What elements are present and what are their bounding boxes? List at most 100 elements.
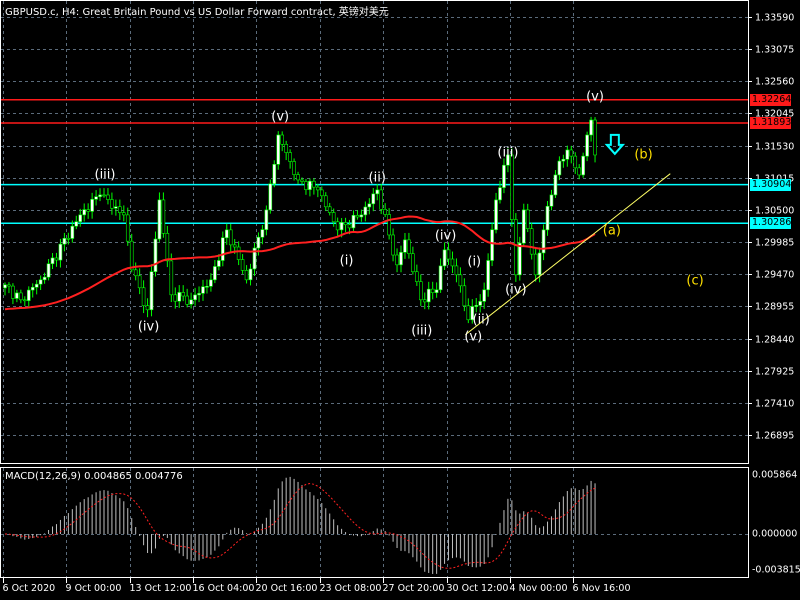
candle-bear — [292, 161, 296, 175]
candle-bear — [133, 269, 138, 277]
y-tick-label: 1.30500 — [755, 205, 795, 216]
candle-bull — [26, 289, 31, 301]
candle-bull — [521, 209, 526, 244]
wave-label: (i) — [339, 253, 354, 269]
candle-bull — [561, 158, 566, 162]
candle-bear — [533, 253, 538, 276]
candle-bear — [141, 287, 146, 307]
candle-bull — [224, 229, 229, 239]
price-tag: 1.30286 — [750, 217, 792, 230]
wave-label: (b) — [634, 147, 653, 163]
wave-label: (ii) — [368, 170, 386, 186]
candle-bear — [355, 215, 360, 218]
candle-bear — [169, 260, 174, 296]
candle-bear — [232, 244, 237, 248]
candle-bear — [312, 180, 316, 188]
candle-bear — [454, 265, 459, 276]
candle-bull — [339, 222, 344, 231]
candle-bull — [426, 288, 431, 303]
candle-bull — [553, 174, 558, 196]
candle-bear — [407, 239, 411, 255]
wave-label: (v) — [464, 329, 483, 345]
candle-bull — [58, 243, 63, 261]
candle-bear — [510, 154, 514, 220]
wave-label: (iv) — [505, 282, 527, 298]
candle-bear — [446, 249, 451, 260]
candle-bull — [502, 164, 506, 188]
candle-bear — [165, 233, 170, 262]
candle-bear — [383, 209, 387, 215]
candle-bull — [517, 242, 522, 276]
candle-bull — [209, 279, 213, 287]
candle-bull — [98, 194, 102, 197]
x-tick-label: 6 Oct 2020 — [2, 583, 56, 594]
candle-bull — [15, 292, 19, 299]
candle-bear — [514, 219, 518, 276]
candle-bull — [371, 193, 376, 205]
candle-bull — [545, 205, 550, 231]
price-tag: 1.31893 — [750, 116, 792, 129]
candle-bull — [474, 305, 479, 307]
y-tick-label: 1.31530 — [755, 141, 795, 152]
y-tick-label: 1.28955 — [755, 301, 795, 312]
x-tick-label: 4 Nov 00:00 — [509, 583, 568, 594]
x-tick-label: 27 Oct 20:00 — [382, 583, 445, 594]
candle-bear — [296, 174, 300, 181]
candle-bear — [529, 228, 534, 255]
candle-bull — [248, 268, 253, 281]
candle-bull — [201, 286, 205, 294]
candle-bear — [122, 212, 126, 216]
candle-bear — [395, 254, 399, 266]
candle-bear — [66, 238, 71, 240]
candle-bull — [197, 293, 201, 296]
y-tick-label: 1.27925 — [755, 366, 795, 377]
arrow-down-icon — [604, 133, 626, 156]
wave-label: (i) — [467, 254, 482, 270]
x-tick-label: 6 Nov 16:00 — [572, 583, 631, 594]
candle-bear — [450, 258, 455, 267]
candle-bull — [442, 249, 447, 267]
candle-bear — [415, 271, 419, 282]
candle-bull — [82, 209, 86, 216]
price-chart[interactable] — [0, 0, 800, 600]
candle-bull — [308, 180, 312, 190]
candle-bear — [327, 206, 332, 213]
candle-bull — [34, 283, 39, 288]
y-tick-label: 1.27410 — [755, 398, 795, 409]
candle-bull — [268, 183, 273, 211]
candle-bear — [391, 234, 395, 256]
chart-title: GBPUSD.c, H4: Great Britain Pound vs US … — [5, 7, 389, 18]
y-tick-label: 1.32560 — [755, 76, 795, 87]
candle-bear — [323, 195, 328, 208]
candle-bull — [565, 149, 570, 160]
wave-label: (iii) — [94, 167, 116, 183]
candle-bull — [205, 286, 209, 288]
candle-bear — [54, 257, 59, 261]
candle-bull — [193, 294, 197, 301]
candle-bear — [106, 194, 110, 200]
candle-bear — [110, 199, 114, 209]
candle-bull — [494, 199, 498, 231]
candle-bull — [351, 215, 356, 229]
x-tick-label: 13 Oct 12:00 — [129, 583, 192, 594]
candle-bear — [129, 240, 134, 271]
candle-bull — [30, 286, 35, 291]
candle-bull — [272, 164, 277, 185]
candle-bear — [387, 214, 391, 236]
candle-bear — [161, 199, 166, 234]
candle-bull — [367, 203, 372, 208]
candle-bull — [434, 289, 439, 293]
y-tick-label: 1.29470 — [755, 269, 795, 280]
candle-bear — [525, 209, 530, 230]
candle-bull — [74, 221, 79, 227]
candle-bull — [94, 196, 98, 200]
candle-bull — [537, 252, 542, 276]
macd-tick-label: 0.000000 — [752, 528, 798, 540]
candle-bull — [3, 284, 7, 289]
candle-bull — [264, 209, 269, 230]
candle-bear — [244, 270, 249, 281]
wave-label: (iii) — [497, 145, 519, 161]
candle-bear — [577, 167, 582, 176]
candle-bear — [569, 149, 574, 157]
candle-bear — [379, 189, 384, 210]
